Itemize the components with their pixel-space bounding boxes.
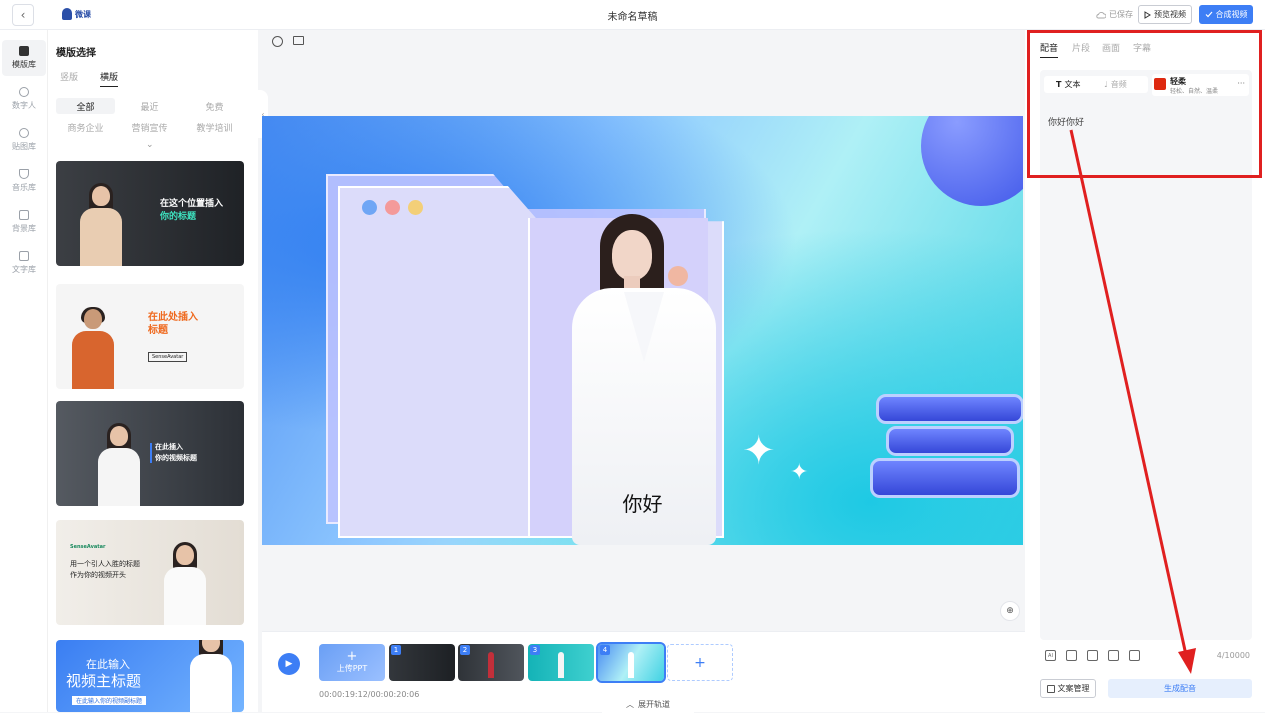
annotation-arrow xyxy=(1069,129,1196,674)
